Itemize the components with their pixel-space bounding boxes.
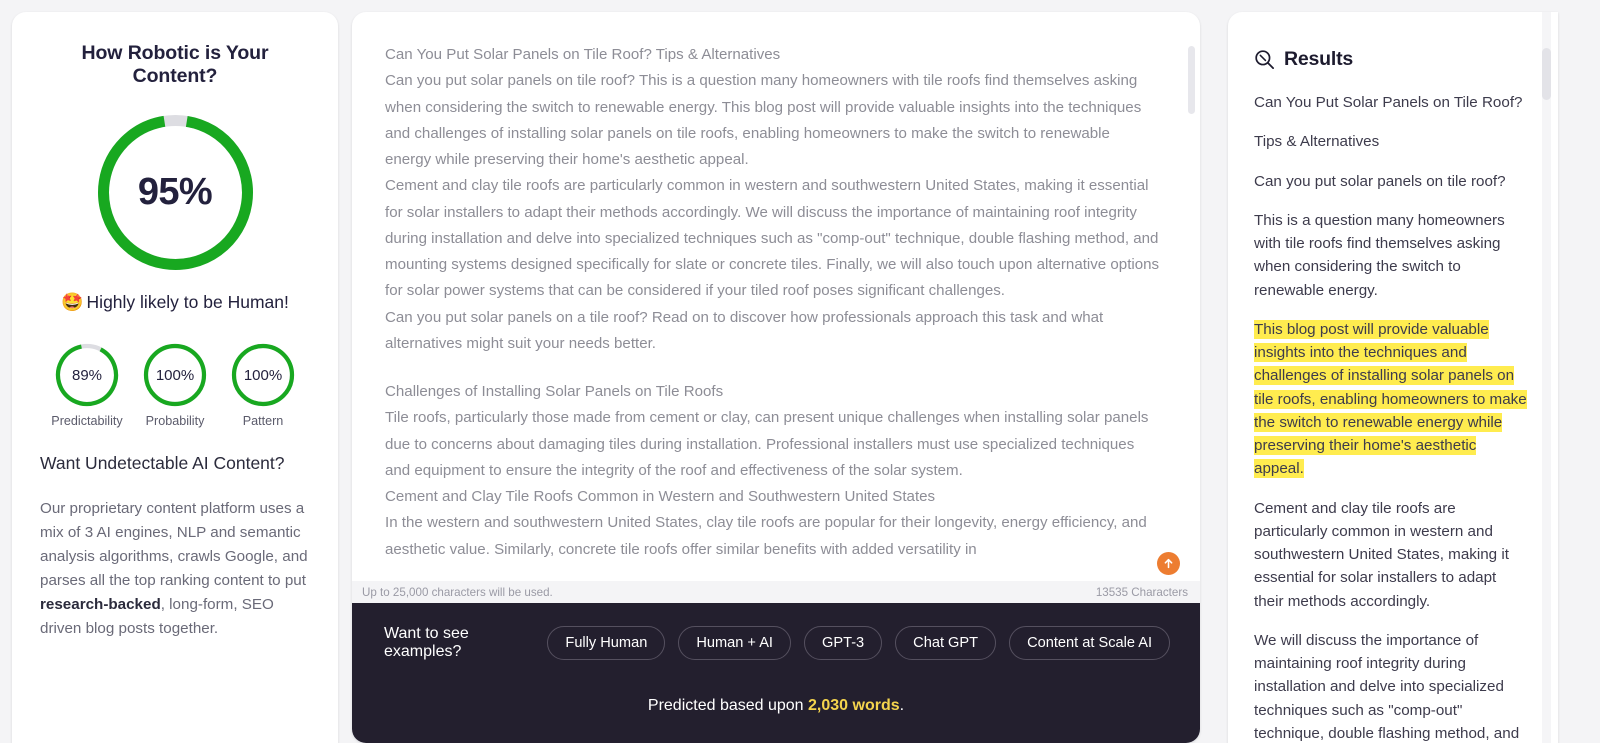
prediction-summary: Predicted based upon 2,030 words. bbox=[648, 697, 904, 715]
editor-heading-3: Cement and Clay Tile Roofs Common in Wes… bbox=[385, 488, 936, 505]
results-list: Can You Put Solar Panels on Tile Roof? T… bbox=[1254, 91, 1528, 743]
examples-row: Want to see examples? Fully Human Human … bbox=[382, 625, 1170, 661]
result-text: Can you put solar panels on tile roof? bbox=[1254, 172, 1506, 190]
result-item: Tips & Alternatives bbox=[1254, 130, 1528, 153]
results-panel: Results Can You Put Solar Panels on Tile… bbox=[1228, 12, 1558, 743]
scroll-to-top-button[interactable] bbox=[1157, 552, 1180, 575]
char-count: 13535 Characters bbox=[1095, 585, 1188, 599]
examples-footer: Want to see examples? Fully Human Human … bbox=[352, 603, 1200, 743]
probability-value: 100% bbox=[155, 366, 195, 384]
editor-paragraph-2: Cement and clay tile roofs are particula… bbox=[385, 177, 1160, 300]
prediction-suffix: . bbox=[899, 697, 905, 714]
content-editor[interactable]: Can You Put Solar Panels on Tile Roof? T… bbox=[352, 12, 1200, 581]
result-item: Cement and clay tile roofs are particula… bbox=[1254, 497, 1528, 613]
promo-body-bold: research-backed bbox=[40, 595, 161, 613]
predictability-value: 89% bbox=[71, 366, 103, 384]
arrow-up-icon bbox=[1164, 558, 1173, 569]
human-score-value: 95% bbox=[137, 171, 213, 213]
results-scrollbar-track[interactable] bbox=[1542, 12, 1551, 743]
promo-body-part1: Our proprietary content platform uses a … bbox=[40, 500, 308, 589]
pattern-value: 100% bbox=[243, 366, 283, 384]
char-limit-note: Up to 25,000 characters will be used. bbox=[362, 585, 553, 599]
example-button-content-at-scale-ai[interactable]: Content at Scale AI bbox=[1009, 626, 1170, 660]
result-text: We will discuss the importance of mainta… bbox=[1254, 631, 1520, 742]
metric-probability: 100% Probability bbox=[136, 342, 214, 428]
verdict-text: 🤩 Highly likely to be Human! bbox=[40, 289, 310, 316]
result-text: This is a question many homeowners with … bbox=[1254, 211, 1505, 299]
pattern-ring: 100% bbox=[230, 342, 296, 408]
predictability-ring: 89% bbox=[54, 342, 120, 408]
editor-paragraph-4: Tile roofs, particularly those made from… bbox=[385, 409, 1149, 479]
editor-paragraph-5: In the western and southwestern United S… bbox=[385, 514, 1147, 558]
prediction-word-count: 2,030 words bbox=[808, 697, 900, 714]
result-text: Tips & Alternatives bbox=[1254, 133, 1380, 151]
page-title: How Robotic is Your Content? bbox=[81, 42, 269, 87]
probability-ring: 100% bbox=[142, 342, 208, 408]
editor-panel: Can You Put Solar Panels on Tile Roof? T… bbox=[352, 12, 1200, 743]
results-scrollbar-thumb[interactable] bbox=[1542, 48, 1551, 100]
result-item: Can you put solar panels on tile roof? bbox=[1254, 170, 1528, 193]
editor-heading-1: Can You Put Solar Panels on Tile Roof? T… bbox=[385, 46, 781, 63]
verdict-label: Highly likely to be Human! bbox=[86, 292, 289, 312]
human-score-gauge: 95% bbox=[93, 110, 258, 275]
result-text: Cement and clay tile roofs are particula… bbox=[1254, 499, 1509, 610]
search-zoom-icon bbox=[1255, 50, 1274, 69]
result-text-highlighted: This blog post will provide valuable ins… bbox=[1254, 319, 1527, 479]
star-struck-emoji-icon: 🤩 bbox=[61, 292, 84, 312]
pattern-label: Pattern bbox=[242, 414, 284, 428]
sub-metrics-row: 89% Predictability 100% Probability 100%… bbox=[40, 342, 310, 428]
promo-heading: Want Undetectable AI Content? bbox=[40, 453, 285, 473]
results-header: Results bbox=[1254, 48, 1528, 71]
result-text: Can You Put Solar Panels on Tile Roof? bbox=[1254, 94, 1523, 111]
score-panel: How Robotic is Your Content? 95% 🤩 Highly… bbox=[12, 12, 338, 743]
ai-content-detector-app: How Robotic is Your Content? 95% 🤩 Highly… bbox=[0, 0, 1600, 743]
character-status-bar: Up to 25,000 characters will be used. 13… bbox=[352, 581, 1200, 603]
result-item: This is a question many homeowners with … bbox=[1254, 209, 1528, 302]
editor-paragraph-1: Can you put solar panels on tile roof? T… bbox=[385, 72, 1142, 168]
example-button-fully-human[interactable]: Fully Human bbox=[547, 626, 666, 660]
editor-paragraph-3: Can you put solar panels on a tile roof?… bbox=[385, 308, 1104, 352]
examples-label: Want to see examples? bbox=[384, 625, 469, 660]
main-gauge-wrapper: 95% bbox=[40, 110, 310, 275]
result-item: We will discuss the importance of mainta… bbox=[1254, 629, 1528, 743]
result-item-highlighted: This blog post will provide valuable ins… bbox=[1254, 318, 1528, 481]
example-button-chat-gpt[interactable]: Chat GPT bbox=[895, 626, 997, 660]
metric-pattern: 100% Pattern bbox=[224, 342, 302, 428]
probability-label: Probability bbox=[145, 414, 205, 428]
example-button-gpt-3[interactable]: GPT-3 bbox=[804, 626, 883, 660]
results-title: Results bbox=[1284, 48, 1354, 70]
editor-heading-2: Challenges of Installing Solar Panels on… bbox=[385, 383, 724, 400]
editor-scrollbar-thumb[interactable] bbox=[1188, 46, 1195, 114]
metric-predictability: 89% Predictability bbox=[48, 342, 126, 428]
promo-body: Our proprietary content platform uses a … bbox=[40, 497, 310, 640]
result-item: Can You Put Solar Panels on Tile Roof? bbox=[1254, 91, 1528, 114]
example-button-human-plus-ai[interactable]: Human + AI bbox=[678, 626, 791, 660]
prediction-prefix: Predicted based upon bbox=[647, 697, 809, 714]
predictability-label: Predictability bbox=[51, 414, 123, 428]
